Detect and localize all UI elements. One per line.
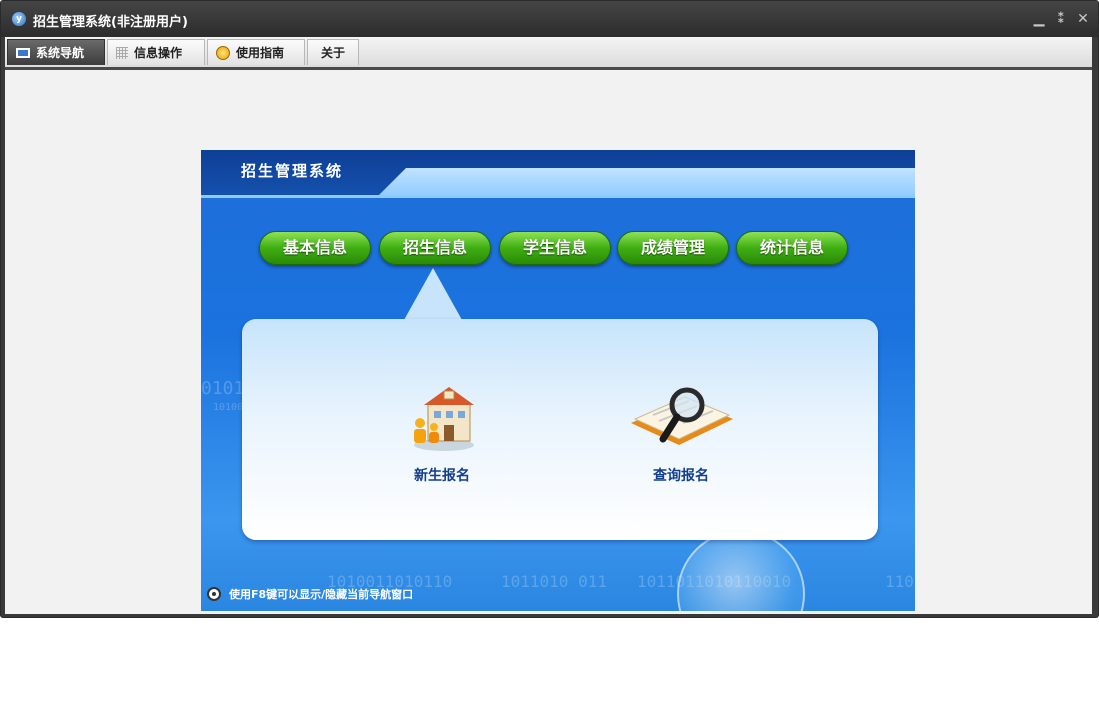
app-logo-icon: y	[12, 12, 26, 26]
background-binary-text: 0101	[201, 378, 245, 399]
tab-label: 系统导航	[36, 46, 85, 60]
tab-label: 关于	[320, 46, 345, 60]
nav-button-enrollment-info[interactable]: 招生信息	[379, 231, 491, 265]
menu-bar: 系统导航 信息操作 使用指南 关于	[5, 37, 1092, 70]
nav-button-grade-management[interactable]: 成绩管理	[617, 231, 729, 265]
minimize-button[interactable]: ▁	[1031, 11, 1047, 27]
main-content: 招生管理系统 0101 10100 1010011010110 1011010 …	[5, 70, 1092, 614]
magnifier-book-icon	[631, 387, 733, 445]
item-label: 查询报名	[653, 468, 709, 484]
guide-icon	[216, 45, 230, 60]
query-registration-item[interactable]: 查询报名	[616, 381, 746, 485]
close-button[interactable]: ✕	[1075, 11, 1091, 27]
nav-button-basic-info[interactable]: 基本信息	[259, 231, 371, 265]
tab-info-operations[interactable]: 信息操作	[107, 39, 205, 65]
globe-decoration	[677, 530, 805, 611]
background-binary-text: 10100	[213, 402, 244, 413]
app-window: y 招生管理系统(非注册用户) ▁ ⁑ ✕ 系统导航 信息操作 使用指南 关于 …	[0, 0, 1099, 618]
restore-button[interactable]: ⁑	[1053, 11, 1069, 27]
panel-header-strip	[201, 195, 915, 198]
tab-system-navigation[interactable]: 系统导航	[7, 39, 105, 65]
hint-text: 使用F8键可以显示/隐藏当前导航窗口	[229, 588, 414, 601]
nav-button-statistics[interactable]: 统计信息	[736, 231, 848, 265]
selection-pointer	[404, 268, 462, 320]
monitor-icon	[16, 47, 30, 58]
nav-button-student-info[interactable]: 学生信息	[499, 231, 611, 265]
panel-header-accent	[376, 168, 915, 198]
camera-icon	[207, 587, 221, 601]
window-title: 招生管理系统(非注册用户)	[33, 15, 188, 30]
new-student-registration-item[interactable]: 新生报名	[392, 381, 492, 485]
background-binary-text: 110	[885, 572, 914, 591]
tab-about[interactable]: 关于	[307, 39, 359, 65]
tab-label: 信息操作	[134, 46, 183, 60]
submenu-card: 新生报名 查询报名	[242, 319, 878, 540]
school-building-icon	[414, 387, 474, 451]
item-label: 新生报名	[414, 468, 470, 484]
grid-icon	[116, 46, 128, 59]
title-bar[interactable]: y 招生管理系统(非注册用户) ▁ ⁑ ✕	[1, 1, 1098, 37]
tab-label: 使用指南	[236, 46, 285, 60]
background-binary-text: 1011010 011	[501, 572, 607, 591]
tab-user-guide[interactable]: 使用指南	[207, 39, 305, 65]
navigation-panel: 招生管理系统 0101 10100 1010011010110 1011010 …	[201, 150, 915, 611]
f8-hint: 使用F8键可以显示/隐藏当前导航窗口	[207, 586, 413, 602]
panel-title: 招生管理系统	[241, 162, 344, 180]
